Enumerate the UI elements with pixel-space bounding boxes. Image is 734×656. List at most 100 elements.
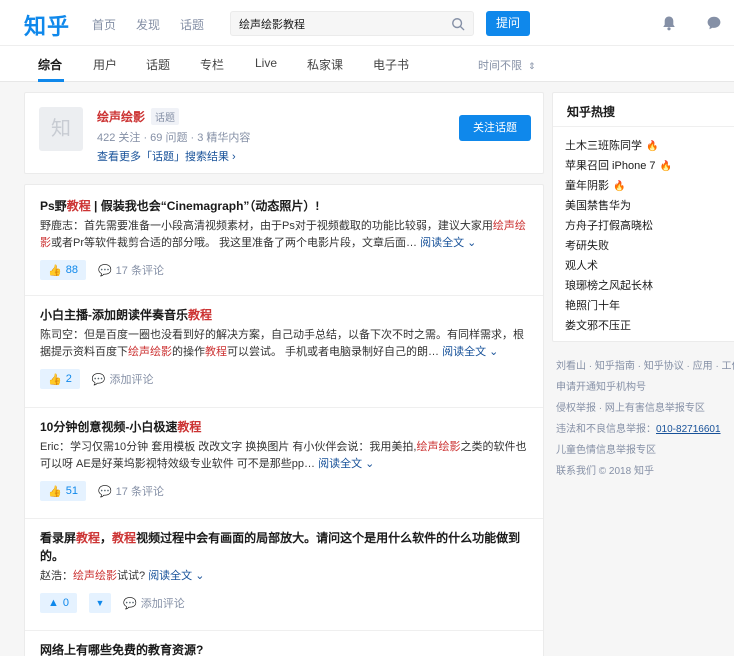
hot-search-label: 童年阴影 <box>565 180 609 192</box>
result-item: 10分钟创意视频-小白极速教程 Eric：学习仅需10分钟 套用模板 改改文字 … <box>40 418 530 501</box>
tab-users[interactable]: 用户 <box>93 56 117 73</box>
hot-search-item[interactable]: 娄文邪不压正 <box>565 317 672 337</box>
more-topics-link[interactable]: 查看更多「话题」搜索结果 › <box>97 148 236 164</box>
caret-up-icon: ▲ <box>48 597 59 609</box>
hot-search-label: 琅琊榜之风起长林 <box>565 280 653 292</box>
topic-stats: 422 关注 · 69 问题 · 3 精华内容 <box>97 132 251 144</box>
hot-search-item[interactable]: 美国禁售华为 <box>565 197 672 217</box>
hot-search-item[interactable]: 土木三班陈同学 🔥 <box>565 137 672 157</box>
search-icon[interactable] <box>451 17 465 31</box>
time-filter-label: 时间不限 <box>478 60 522 72</box>
child-report-link[interactable]: 儿童色情信息举报专区 <box>556 440 734 461</box>
ask-button[interactable]: 提问 <box>486 11 530 36</box>
tab-ebook[interactable]: 电子书 <box>373 56 409 73</box>
org-account-link[interactable]: 申请开通知乎机构号 <box>556 377 734 398</box>
search-results: Ps野教程 | 假装我也会“Cinemagraph”（动态照片）! 野鹿志：首先… <box>24 184 544 656</box>
upvote-button[interactable]: 👍 2 <box>40 369 80 389</box>
result-item: 网络上有哪些免费的教育资源? <box>40 641 530 656</box>
result-excerpt[interactable]: 赵浩：绘声绘影试试? 阅读全文 ⌄ <box>40 568 530 585</box>
result-actions: 👍 88 💬 17 条评论 <box>40 260 530 280</box>
fire-icon: 🔥 <box>659 161 672 172</box>
hot-search-list: 土木三班陈同学 🔥 苹果召回 iPhone 7 🔥 童年阴影 🔥 美国禁售华为 方舟子打假高晓… <box>565 137 672 337</box>
time-filter-dropdown[interactable]: 时间不限 ⇕ <box>478 57 536 73</box>
hot-search-label: 苹果召回 iPhone 7 <box>565 160 656 172</box>
caret-down-icon: ▼ <box>95 598 105 608</box>
divider <box>25 295 543 296</box>
comment-button[interactable]: 💬 17 条评论 <box>98 262 164 278</box>
top-nav: 首页 发现 话题 <box>92 16 204 33</box>
bell-icon[interactable] <box>661 15 677 31</box>
tab-private-course[interactable]: 私家课 <box>307 56 343 73</box>
result-actions: 👍 2 💬 添加评论 <box>40 369 530 389</box>
zhihu-logo[interactable]: 知乎 <box>24 9 70 41</box>
hot-search-card: 知乎热搜 土木三班陈同学 🔥 苹果召回 iPhone 7 🔥 童年阴影 🔥 美国禁售华为 方舟… <box>552 92 734 342</box>
hot-search-item[interactable]: 观人术 <box>565 257 672 277</box>
report-phone-link[interactable]: 010-82716601 <box>656 424 721 435</box>
result-actions: ▲ 0 ▼ 💬 添加评论 <box>40 593 530 613</box>
tab-general[interactable]: 综合 <box>38 56 62 73</box>
result-excerpt[interactable]: 野鹿志：首先需要准备一小段高清视频素材，由于Ps对于视频截取的功能比较弱，建议大… <box>40 218 530 252</box>
upvote-button[interactable]: ▲ 0 <box>40 593 78 613</box>
hot-search-label: 考研失败 <box>565 240 609 252</box>
thumbs-up-icon: 👍 <box>48 264 62 277</box>
comment-icon: 💬 <box>91 373 106 386</box>
footer-links[interactable]: 刘看山 · 知乎指南 · 知乎协议 · 应用 · 工作 <box>556 356 734 377</box>
comment-icon: 💬 <box>123 597 137 610</box>
thumbs-up-icon: 👍 <box>48 373 62 386</box>
result-title[interactable]: 网络上有哪些免费的教育资源? <box>40 641 530 656</box>
topic-card: 知 绘声绘影 话题 422 关注 · 69 问题 · 3 精华内容 查看更多「话… <box>24 92 544 174</box>
comment-button[interactable]: 💬 17 条评论 <box>98 483 164 499</box>
illegal-info-report: 违法和不良信息举报：010-82716601 <box>556 424 721 435</box>
topic-avatar[interactable]: 知 <box>39 107 83 151</box>
result-item: 看录屏教程，教程视频过程中会有画面的局部放大。请问这个是用什么软件的什么功能做到… <box>40 529 530 613</box>
comment-button[interactable]: 💬 添加评论 <box>123 595 185 611</box>
nav-discover[interactable]: 发现 <box>136 16 160 33</box>
nav-home[interactable]: 首页 <box>92 16 116 33</box>
hot-search-item[interactable]: 苹果召回 iPhone 7 🔥 <box>565 157 672 177</box>
hot-search-item[interactable]: 童年阴影 🔥 <box>565 177 672 197</box>
fire-icon: 🔥 <box>613 181 626 192</box>
read-more-link[interactable]: 阅读全文 ⌄ <box>442 346 498 358</box>
result-title[interactable]: 小白主播-添加朗读伴奏音乐教程 <box>40 306 530 324</box>
upvote-button[interactable]: 👍 88 <box>40 260 86 280</box>
result-title[interactable]: Ps野教程 | 假装我也会“Cinemagraph”（动态照片）! <box>40 197 530 215</box>
tab-live[interactable]: Live <box>255 56 277 70</box>
comment-icon: 💬 <box>97 264 112 277</box>
topic-name-link[interactable]: 绘声绘影 <box>97 108 145 125</box>
tab-topics[interactable]: 话题 <box>146 56 170 73</box>
result-actions: 👍 51 💬 17 条评论 <box>40 481 530 501</box>
search-tabs: 综合 用户 话题 专栏 Live 私家课 电子书 时间不限 ⇕ <box>0 46 734 82</box>
comment-button[interactable]: 💬 添加评论 <box>92 371 154 387</box>
hot-search-title: 知乎热搜 <box>567 105 616 119</box>
hot-search-label: 方舟子打假高晓松 <box>565 220 653 232</box>
report-links[interactable]: 侵权举报 · 网上有害信息举报专区 <box>556 398 734 419</box>
upvote-button[interactable]: 👍 51 <box>40 481 86 501</box>
active-tab-indicator <box>38 79 64 82</box>
search-box <box>230 11 474 36</box>
search-input[interactable] <box>239 15 449 33</box>
result-excerpt[interactable]: Eric：学习仅需10分钟 套用模板 改改文字 换换图片 有小伙伴会说：我用美拍… <box>40 439 530 473</box>
tab-columns[interactable]: 专栏 <box>200 56 224 73</box>
hot-search-label: 美国禁售华为 <box>565 200 631 212</box>
updown-icon: ⇕ <box>528 61 536 71</box>
message-icon[interactable] <box>706 15 722 31</box>
read-more-link[interactable]: 阅读全文 ⌄ <box>420 237 476 249</box>
fire-icon: 🔥 <box>646 141 659 152</box>
result-item: 小白主播-添加朗读伴奏音乐教程 陈司空：但是百度一圈也没看到好的解决方案，自己动… <box>40 306 530 389</box>
hot-search-item[interactable]: 琅琊榜之风起长林 <box>565 277 672 297</box>
result-item: Ps野教程 | 假装我也会“Cinemagraph”（动态照片）! 野鹿志：首先… <box>40 197 530 280</box>
divider <box>25 518 543 519</box>
hot-search-item[interactable]: 艳照门十年 <box>565 297 672 317</box>
hot-search-item[interactable]: 考研失败 <box>565 237 672 257</box>
result-excerpt[interactable]: 陈司空：但是百度一圈也没看到好的解决方案，自己动手总结，以备下次不时之需。有同样… <box>40 327 530 361</box>
divider <box>25 630 543 631</box>
nav-topics[interactable]: 话题 <box>180 16 204 33</box>
read-more-link[interactable]: 阅读全文 ⌄ <box>318 458 374 470</box>
hot-search-item[interactable]: 方舟子打假高晓松 <box>565 217 672 237</box>
downvote-button[interactable]: ▼ <box>89 593 112 613</box>
divider <box>553 126 734 127</box>
result-title[interactable]: 看录屏教程，教程视频过程中会有画面的局部放大。请问这个是用什么软件的什么功能做到… <box>40 529 530 565</box>
read-more-link[interactable]: 阅读全文 ⌄ <box>148 570 204 582</box>
result-title[interactable]: 10分钟创意视频-小白极速教程 <box>40 418 530 436</box>
follow-topic-button[interactable]: 关注话题 <box>459 115 531 141</box>
